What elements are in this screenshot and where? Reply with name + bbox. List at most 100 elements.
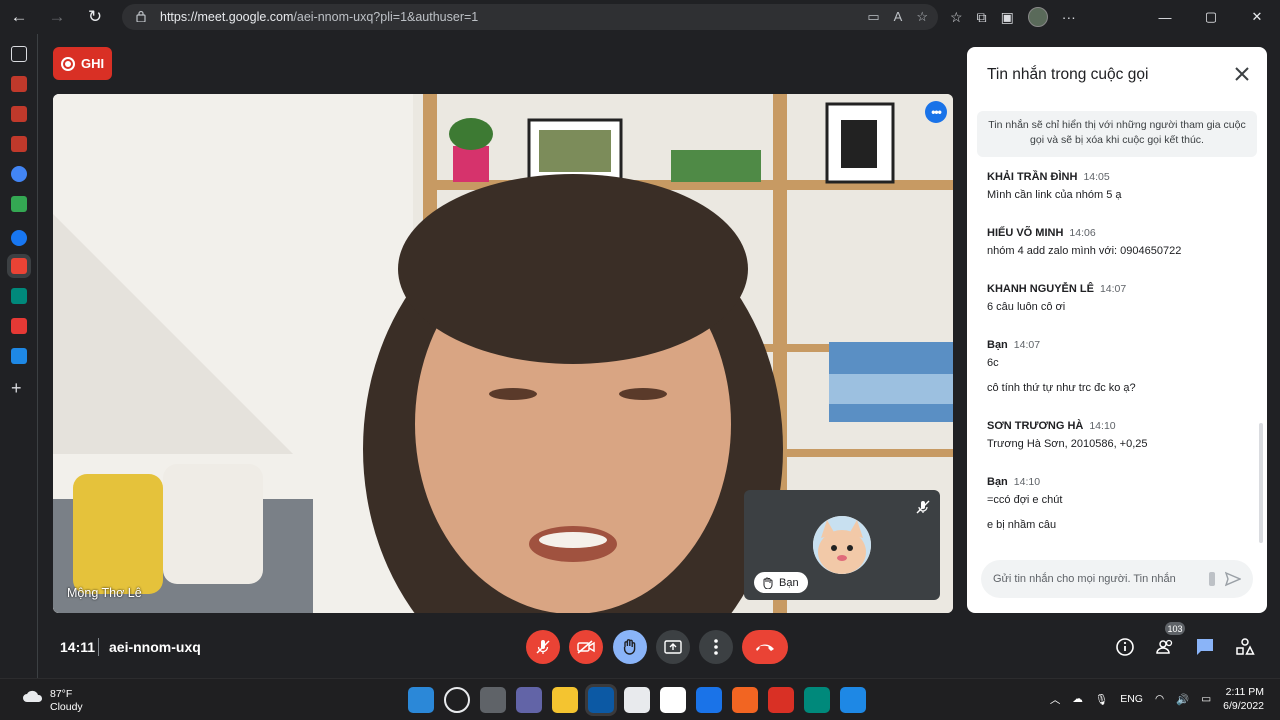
drive-icon[interactable] xyxy=(11,196,27,212)
profile-avatar[interactable] xyxy=(1027,7,1048,27)
chevron-up-icon[interactable]: ︿ xyxy=(1050,692,1061,707)
start-icon[interactable] xyxy=(408,687,434,713)
pdf-app-icon[interactable] xyxy=(11,136,27,152)
camera-blocked-icon[interactable]: ▭ xyxy=(867,9,879,25)
language-indicator[interactable]: ENG xyxy=(1120,693,1143,705)
meet-stage: GHI ••• Mộng Thơ Lê Bạn Tin nhắn trong c… xyxy=(38,34,1280,678)
message-sender: KHẢI TRẦN ĐÌNH xyxy=(987,171,1078,183)
extensions-icon[interactable]: ▣ xyxy=(1001,9,1014,26)
reload-icon[interactable]: ↻ xyxy=(76,0,114,34)
self-avatar xyxy=(813,516,871,574)
chat-notice: Tin nhắn sẽ chỉ hiển thị với những người… xyxy=(977,111,1257,157)
windows-taskbar: 87°F Cloudy ︿ ☁ 🎙 ENG ◠ 🔊 ▭ 2:11 PM 6/9/… xyxy=(0,678,1280,720)
close-icon[interactable] xyxy=(1233,65,1251,83)
chrome-icon[interactable] xyxy=(11,166,27,182)
close-window-icon[interactable]: ✕ xyxy=(1234,0,1280,34)
file-explorer-icon[interactable] xyxy=(552,687,578,713)
input-scroll-indicator xyxy=(1209,572,1215,586)
message-text: Trương Hà Sơn, 2010586, +0,25 xyxy=(987,438,1148,450)
record-icon xyxy=(61,56,75,71)
snipping-icon[interactable] xyxy=(624,687,650,713)
add-favorite-icon[interactable]: ☆ xyxy=(916,9,928,25)
message-sender: SƠN TRƯƠNG HÀ xyxy=(987,420,1084,432)
divider xyxy=(98,638,99,656)
message-text: nhóm 4 add zalo mình với: 0904650722 xyxy=(987,245,1182,257)
more-vert-icon xyxy=(714,639,718,655)
cloud-icon xyxy=(23,690,43,702)
participant-count-badge: 103 xyxy=(1165,622,1185,635)
message-text: Mình cần link của nhóm 5 ạ xyxy=(987,189,1122,201)
minimize-icon[interactable]: — xyxy=(1142,0,1188,34)
message-text: e bị nhầm câu xyxy=(987,519,1057,531)
facebook-icon[interactable] xyxy=(11,230,27,246)
collections-icon[interactable]: ⧉ xyxy=(977,9,987,26)
back-icon[interactable]: ← xyxy=(0,0,38,34)
maximize-icon[interactable]: ▢ xyxy=(1188,0,1234,34)
record-app-icon[interactable] xyxy=(11,258,27,274)
chat-icon[interactable] xyxy=(1195,637,1215,657)
message-time: 14:10 xyxy=(1089,420,1116,432)
chat-scrollbar[interactable] xyxy=(1259,423,1263,543)
wps-icon[interactable] xyxy=(768,687,794,713)
video-app-icon[interactable] xyxy=(840,687,866,713)
search-icon[interactable] xyxy=(444,687,470,713)
message-text: =ccó đợi e chút xyxy=(987,494,1063,506)
taskbar-clock[interactable]: 2:11 PM 6/9/2022 xyxy=(1223,685,1264,713)
speaker-name: Mộng Thơ Lê xyxy=(67,586,142,600)
forward-icon[interactable]: → xyxy=(38,0,76,34)
message-sender: Bạn xyxy=(987,476,1008,488)
more-options-button[interactable]: ••• xyxy=(925,101,947,123)
present-button[interactable] xyxy=(656,630,690,664)
mic-off-icon xyxy=(916,500,930,514)
chat-message: SƠN TRƯƠNG HÀ 14:10 Trương Hà Sơn, 201058… xyxy=(987,420,1247,450)
message-time: 14:07 xyxy=(1013,339,1041,351)
weather-widget[interactable]: 87°F Cloudy xyxy=(22,688,83,714)
edge-icon[interactable] xyxy=(588,687,614,713)
chat-message: Bạn 14:10 =ccó đợi e chút e bị nhầm câu xyxy=(987,476,1247,531)
task-view-icon[interactable] xyxy=(480,687,506,713)
onedrive-icon[interactable]: ☁ xyxy=(1072,693,1083,705)
lock-icon xyxy=(136,10,146,22)
pdf-app-icon[interactable] xyxy=(11,106,27,122)
camera-off-icon xyxy=(577,640,595,654)
pdf-app-icon[interactable] xyxy=(11,76,27,92)
calendar-icon[interactable] xyxy=(696,687,722,713)
wifi-icon[interactable]: ◠ xyxy=(1155,693,1164,705)
camera-toggle-button[interactable] xyxy=(569,630,603,664)
send-icon[interactable] xyxy=(1225,571,1241,587)
raise-hand-icon xyxy=(763,577,773,589)
meet-app-icon[interactable] xyxy=(804,687,830,713)
app-icon[interactable] xyxy=(11,348,27,364)
read-aloud-icon[interactable]: A xyxy=(894,9,903,25)
chat-message: KHẢI TRẦN ĐÌNH 14:05 Mình cần link của nh… xyxy=(987,171,1247,201)
teams-icon[interactable] xyxy=(516,687,542,713)
meet-app-icon[interactable] xyxy=(11,288,27,304)
battery-icon[interactable]: ▭ xyxy=(1201,693,1211,705)
chat-input[interactable]: Gửi tin nhắn cho mọi người. Tin nhắn xyxy=(981,560,1253,598)
message-text: 6c xyxy=(987,357,999,369)
temperature: 87°F xyxy=(50,688,73,700)
mic-toggle-button[interactable] xyxy=(526,630,560,664)
add-icon[interactable]: + xyxy=(11,378,22,399)
notion-icon[interactable] xyxy=(660,687,686,713)
meeting-details-icon[interactable] xyxy=(1115,637,1135,657)
volume-icon[interactable]: 🔊 xyxy=(1176,693,1189,706)
matlab-icon[interactable] xyxy=(732,687,758,713)
raise-hand-button[interactable] xyxy=(613,630,647,664)
activities-icon[interactable] xyxy=(1235,637,1255,657)
weather-condition: Cloudy xyxy=(50,701,83,713)
leave-call-button[interactable] xyxy=(742,630,788,664)
favorites-icon[interactable]: ☆ xyxy=(950,9,963,26)
present-screen-icon xyxy=(664,640,682,654)
meeting-code: aei-nnom-uxq xyxy=(109,639,201,655)
self-view-tile[interactable]: Bạn xyxy=(744,490,940,600)
more-options-button[interactable] xyxy=(699,630,733,664)
people-icon[interactable] xyxy=(1155,637,1175,657)
address-bar[interactable]: https://meet.google.com/aei-nnom-uxq?pli… xyxy=(122,4,938,30)
app-icon[interactable] xyxy=(11,318,27,334)
message-sender: KHANH NGUYỄN LÊ xyxy=(987,283,1094,295)
more-menu-icon[interactable]: ··· xyxy=(1062,9,1076,25)
tab-actions-icon[interactable] xyxy=(11,46,27,62)
microphone-icon[interactable]: 🎙 xyxy=(1095,693,1108,706)
raise-hand-icon xyxy=(623,639,636,655)
